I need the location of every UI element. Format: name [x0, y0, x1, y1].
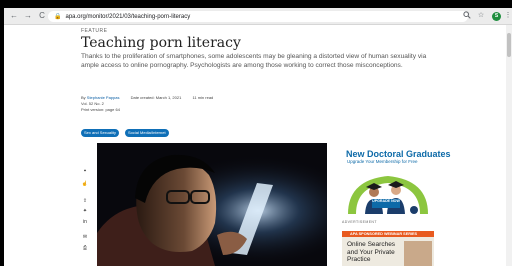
quote-icon[interactable]: ❝: [81, 168, 89, 176]
zoom-icon[interactable]: [462, 11, 472, 21]
lock-icon: 🔒: [54, 14, 62, 20]
back-icon[interactable]: ←: [8, 10, 20, 22]
doctoral-membership-ad[interactable]: New Doctoral Graduates Upgrade Your Memb…: [342, 146, 451, 216]
hero-image: [97, 143, 327, 266]
bookmark-star-icon[interactable]: ☆: [476, 11, 486, 21]
browser-toolbar: ← → C 🔒 apa.org/monitor/2021/03/teaching…: [4, 8, 512, 25]
share-icon[interactable]: ⇪: [81, 197, 89, 205]
webinar-series-ad[interactable]: APA SPONSORED WEBINAR SERIES Online Sear…: [342, 231, 434, 266]
article-title: Teaching porn literacy: [81, 35, 241, 51]
article-kicker: FEATURE: [81, 28, 108, 34]
twitter-icon[interactable]: ✦: [81, 207, 89, 215]
author-link[interactable]: Stephanie Pappas: [87, 95, 120, 100]
menu-kebab-icon[interactable]: ⋮: [503, 11, 512, 21]
read-time: 11 min read: [192, 95, 214, 100]
profile-avatar[interactable]: S: [492, 12, 501, 21]
print-icon[interactable]: ⎙: [81, 244, 89, 252]
forward-icon[interactable]: →: [22, 10, 34, 22]
upgrade-now-button[interactable]: UPGRADE NOW: [372, 199, 400, 208]
volume-info: Vol. 52 No. 2: [81, 101, 104, 106]
email-icon[interactable]: ✉: [81, 233, 89, 241]
webinar-photo: [404, 241, 432, 266]
tag-sex-and-sexuality[interactable]: Sex and Sexuality: [81, 129, 120, 137]
tag-social-media-internet[interactable]: Social Media/Internet: [125, 129, 169, 137]
ad-heading: New Doctoral Graduates: [346, 149, 451, 159]
article-byline: By Stephanie Pappas Date created: March …: [81, 95, 213, 100]
browser-window: ← → C 🔒 apa.org/monitor/2021/03/teaching…: [0, 0, 512, 266]
page-scrollbar[interactable]: [506, 25, 512, 266]
ad-subheading: Upgrade Your Membership for Free: [347, 159, 418, 164]
advertisement-label: ADVERTISEMENT: [342, 220, 377, 224]
article-summary: Thanks to the proliferation of smartphon…: [81, 53, 427, 69]
graduate-illustration: [348, 176, 428, 214]
like-icon[interactable]: ☝: [81, 180, 89, 188]
address-url[interactable]: apa.org/monitor/2021/03/teaching-porn-li…: [65, 14, 190, 20]
reload-icon[interactable]: C: [36, 10, 48, 22]
scrollbar-thumb[interactable]: [507, 33, 511, 57]
date-created: Date created: March 1, 2021: [130, 95, 182, 100]
webinar-text: Online Searches and Your Private Practic…: [347, 241, 396, 264]
address-bar[interactable]: 🔒 apa.org/monitor/2021/03/teaching-porn-…: [48, 11, 468, 22]
webinar-banner: APA SPONSORED WEBINAR SERIES: [342, 231, 434, 237]
print-version: Print version: page 64: [81, 107, 120, 112]
linkedin-icon[interactable]: in: [81, 218, 89, 226]
web-page: FEATURE Teaching porn literacy Thanks to…: [4, 25, 506, 266]
